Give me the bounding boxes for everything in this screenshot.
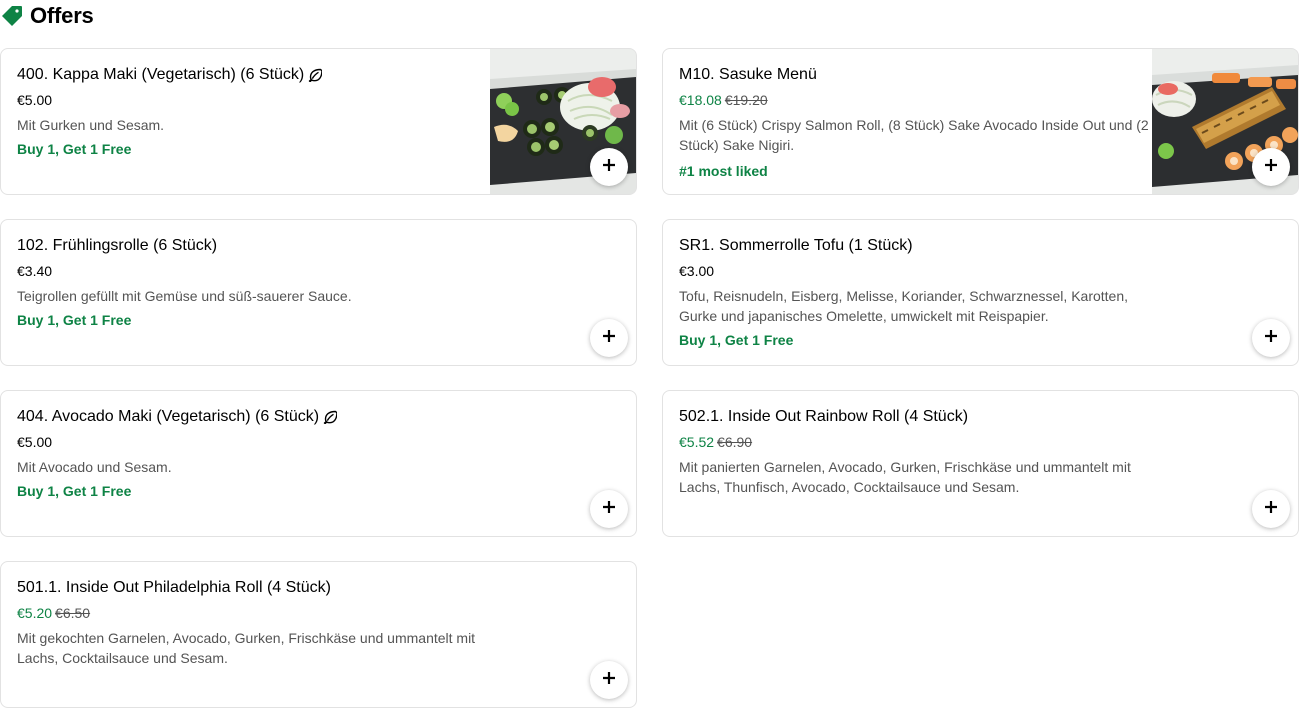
promo-badge: Buy 1, Get 1 Free bbox=[17, 483, 132, 499]
menu-item-card[interactable]: 102. Frühlingsrolle (6 Stück) €3.40 Teig… bbox=[0, 219, 637, 366]
menu-item-card[interactable]: SR1. Sommerrolle Tofu (1 Stück) €3.00 To… bbox=[662, 219, 1299, 366]
price-row: €5.52 €6.90 bbox=[679, 433, 1139, 451]
plus-icon bbox=[1264, 329, 1278, 348]
add-button[interactable] bbox=[590, 319, 628, 357]
item-info: SR1. Sommerrolle Tofu (1 Stück) €3.00 To… bbox=[679, 236, 1139, 350]
leaf-icon bbox=[323, 410, 338, 424]
item-description: Mit (6 Stück) Crispy Salmon Roll, (8 Stü… bbox=[679, 117, 1149, 153]
item-description: Mit gekochten Garnelen, Avocado, Gurken,… bbox=[17, 630, 476, 666]
item-info: 400. Kappa Maki (Vegetarisch) (6 Stück) … bbox=[17, 65, 477, 159]
add-button[interactable] bbox=[590, 148, 628, 186]
section-header: Offers bbox=[0, 0, 94, 32]
item-description: Mit panierten Garnelen, Avocado, Gurken,… bbox=[679, 459, 1131, 495]
item-info: 404. Avocado Maki (Vegetarisch) (6 Stück… bbox=[17, 407, 477, 501]
price-row: €18.08 €19.20 bbox=[679, 91, 1149, 109]
add-button[interactable] bbox=[590, 661, 628, 699]
item-description: Mit Gurken und Sesam. bbox=[17, 117, 165, 133]
plus-icon bbox=[1264, 500, 1278, 519]
menu-item-card[interactable]: M10. Sasuke Menü €18.08 €19.20 Mit (6 Stü… bbox=[662, 48, 1299, 195]
item-title: 502.1. Inside Out Rainbow Roll (4 Stück) bbox=[679, 408, 969, 425]
item-old-price: €19.20 bbox=[724, 92, 768, 108]
item-title: 400. Kappa Maki (Vegetarisch) (6 Stück) bbox=[17, 65, 477, 85]
item-title: 404. Avocado Maki (Vegetarisch) (6 Stück… bbox=[17, 407, 477, 427]
promo-badge: #1 most liked bbox=[679, 163, 768, 179]
add-button[interactable] bbox=[1252, 490, 1290, 528]
price-row: €5.20 €6.50 bbox=[17, 604, 477, 622]
item-price: €5.00 bbox=[17, 434, 53, 450]
item-price: €5.52 bbox=[679, 434, 715, 450]
item-description: Teigrollen gefüllt mit Gemüse und süß-sa… bbox=[17, 288, 352, 304]
item-title: 102. Frühlingsrolle (6 Stück) bbox=[17, 237, 218, 254]
section-title: Offers bbox=[30, 3, 94, 28]
price-row: €5.00 bbox=[17, 91, 477, 109]
item-price: €5.00 bbox=[17, 92, 53, 108]
menu-item-card[interactable]: 501.1. Inside Out Philadelphia Roll (4 S… bbox=[0, 561, 637, 708]
price-row: €3.40 bbox=[17, 262, 477, 280]
item-info: 502.1. Inside Out Rainbow Roll (4 Stück)… bbox=[679, 407, 1139, 497]
tag-icon bbox=[0, 4, 24, 28]
item-title: SR1. Sommerrolle Tofu (1 Stück) bbox=[679, 237, 913, 254]
item-title: 501.1. Inside Out Philadelphia Roll (4 S… bbox=[17, 579, 331, 596]
plus-icon bbox=[602, 500, 616, 519]
plus-icon bbox=[602, 329, 616, 348]
item-price: €5.20 bbox=[17, 605, 53, 621]
item-info: M10. Sasuke Menü €18.08 €19.20 Mit (6 Stü… bbox=[679, 65, 1149, 181]
item-description: Mit Avocado und Sesam. bbox=[17, 459, 172, 475]
plus-icon bbox=[602, 158, 616, 177]
add-button[interactable] bbox=[590, 490, 628, 528]
price-row: €5.00 bbox=[17, 433, 477, 451]
item-price: €3.00 bbox=[679, 263, 715, 279]
item-info: 501.1. Inside Out Philadelphia Roll (4 S… bbox=[17, 578, 477, 668]
menu-item-card[interactable]: 502.1. Inside Out Rainbow Roll (4 Stück)… bbox=[662, 390, 1299, 537]
promo-badge: Buy 1, Get 1 Free bbox=[17, 312, 132, 328]
menu-item-card[interactable]: 404. Avocado Maki (Vegetarisch) (6 Stück… bbox=[0, 390, 637, 537]
plus-icon bbox=[1264, 158, 1278, 177]
item-info: 102. Frühlingsrolle (6 Stück) €3.40 Teig… bbox=[17, 236, 477, 330]
item-title: M10. Sasuke Menü bbox=[679, 66, 817, 83]
plus-icon bbox=[602, 671, 616, 690]
price-row: €3.00 bbox=[679, 262, 1139, 280]
promo-badge: Buy 1, Get 1 Free bbox=[679, 332, 794, 348]
menu-item-card[interactable]: 400. Kappa Maki (Vegetarisch) (6 Stück) … bbox=[0, 48, 637, 195]
leaf-icon bbox=[308, 68, 323, 82]
item-price: €3.40 bbox=[17, 263, 53, 279]
item-price: €18.08 bbox=[679, 92, 722, 108]
item-old-price: €6.90 bbox=[717, 434, 753, 450]
add-button[interactable] bbox=[1252, 319, 1290, 357]
add-button[interactable] bbox=[1252, 148, 1290, 186]
item-old-price: €6.50 bbox=[55, 605, 91, 621]
promo-badge: Buy 1, Get 1 Free bbox=[17, 141, 132, 157]
item-description: Tofu, Reisnudeln, Eisberg, Melisse, Kori… bbox=[679, 288, 1129, 324]
